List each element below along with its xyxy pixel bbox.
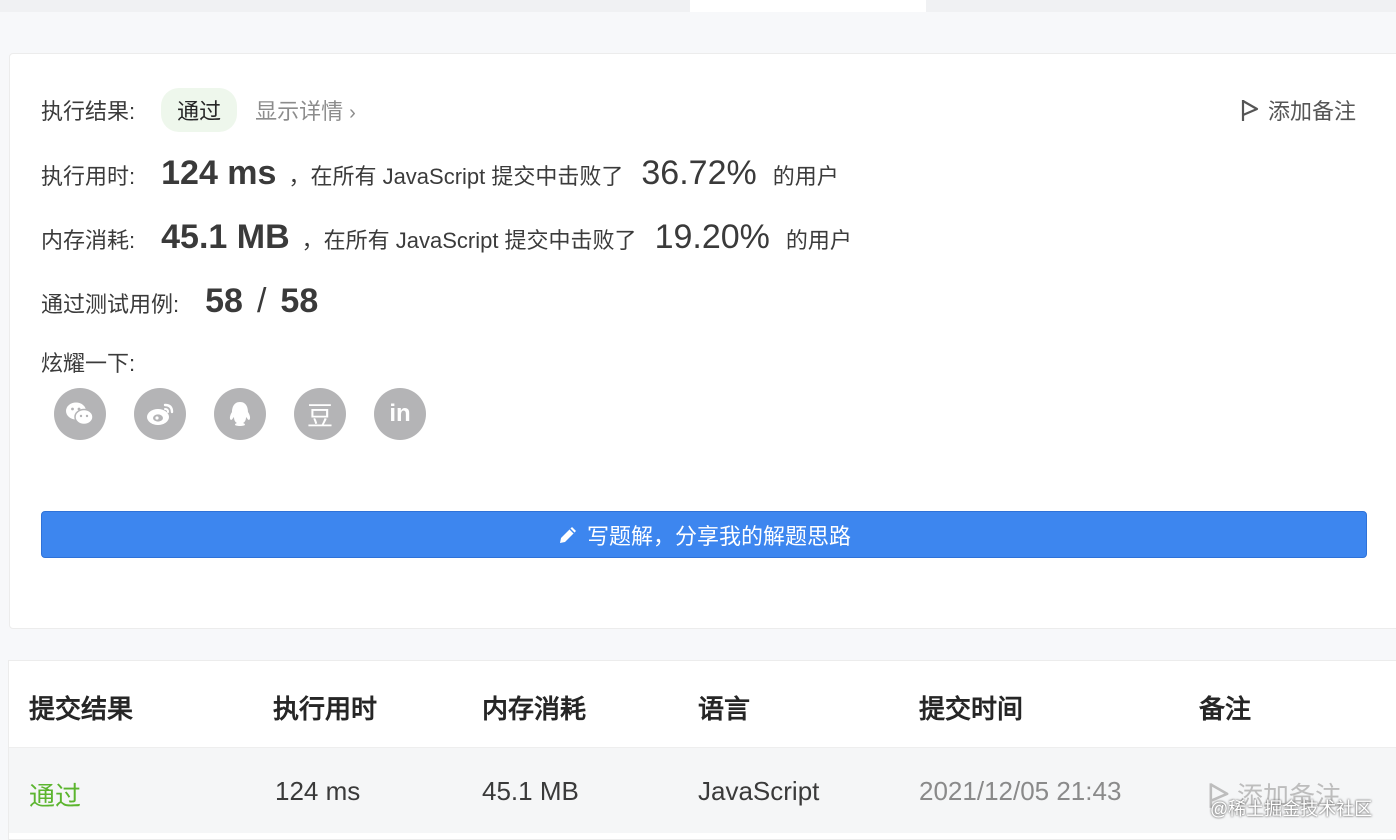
tests-row: 通过测试用例: 58 / 58: [41, 282, 318, 321]
memory-row: 内存消耗: 45.1 MB ，在所有 JavaScript 提交中击败了 19.…: [41, 218, 852, 257]
write-solution-label: 写题解，分享我的解题思路: [586, 523, 851, 549]
table-row[interactable]: 通过 124 ms 45.1 MB JavaScript 2021/12/05 …: [9, 747, 1396, 833]
row-memory: 45.1 MB: [482, 776, 579, 806]
tests-label: 通过测试用例:: [41, 292, 180, 317]
share-row: 炫耀一下:: [41, 346, 135, 378]
header-language: 语言: [698, 694, 751, 724]
result-label: 执行结果:: [41, 99, 136, 124]
header-result: 提交结果: [29, 694, 134, 724]
flag-icon: [1241, 100, 1259, 121]
linkedin-icon[interactable]: in: [374, 388, 426, 440]
runtime-users-text: 的用户: [772, 164, 839, 189]
pencil-icon: [559, 526, 576, 543]
runtime-beat-text: ，在所有 JavaScript 提交中击败了: [288, 164, 624, 189]
tests-separator: /: [256, 282, 267, 320]
runtime-percent: 36.72%: [641, 154, 757, 192]
row-submit-time: 2021/12/05 21:43: [919, 776, 1122, 806]
write-solution-button[interactable]: 写题解，分享我的解题思路: [41, 511, 1367, 558]
runtime-label: 执行用时:: [41, 164, 136, 189]
add-note-button[interactable]: 添加备注: [1240, 94, 1356, 126]
memory-beat-text: ，在所有 JavaScript 提交中击败了: [301, 228, 637, 253]
row-language: JavaScript: [698, 776, 820, 806]
wechat-icon[interactable]: [54, 388, 106, 440]
header-note: 备注: [1199, 694, 1252, 724]
qq-icon[interactable]: [214, 388, 266, 440]
show-details-link[interactable]: 显示详情 ›: [255, 94, 356, 126]
chevron-right-icon: ›: [349, 102, 356, 124]
submissions-table: 提交结果 执行用时 内存消耗 语言 提交时间 备注 通过 124 ms 45.1…: [8, 660, 1396, 840]
memory-percent: 19.20%: [654, 218, 770, 256]
linkedin-glyph: in: [389, 400, 411, 427]
row-result-link[interactable]: 通过: [29, 776, 81, 813]
memory-value: 45.1 MB: [161, 218, 290, 256]
header-submit-time: 提交时间: [919, 694, 1024, 724]
weibo-icon[interactable]: [134, 388, 186, 440]
header-runtime: 执行用时: [273, 694, 378, 724]
row-runtime: 124 ms: [275, 776, 361, 806]
add-note-label: 添加备注: [1267, 99, 1356, 124]
top-tab-strip: [0, 0, 1396, 12]
douban-icon[interactable]: 豆: [294, 388, 346, 440]
result-row: 执行结果: 通过 显示详情 ›: [41, 88, 356, 132]
table-header: 提交结果 执行用时 内存消耗 语言 提交时间 备注: [9, 661, 1396, 747]
watermark: @稀土掘金技术社区: [1210, 799, 1373, 819]
memory-label: 内存消耗:: [41, 228, 136, 253]
tests-total: 58: [280, 282, 319, 320]
share-label: 炫耀一下:: [41, 351, 136, 376]
runtime-row: 执行用时: 124 ms ，在所有 JavaScript 提交中击败了 36.7…: [41, 154, 839, 193]
active-tab[interactable]: [690, 0, 926, 12]
tests-passed: 58: [205, 282, 243, 320]
show-details-label: 显示详情: [255, 99, 344, 124]
memory-users-text: 的用户: [785, 228, 852, 253]
runtime-value: 124 ms: [161, 154, 277, 192]
status-badge: 通过: [161, 88, 238, 132]
share-icons: 豆 in: [54, 388, 426, 440]
douban-glyph: 豆: [306, 401, 333, 432]
submission-result-card: 执行结果: 通过 显示详情 › 添加备注 执行用时: 124 ms ，在所有 Ja…: [9, 53, 1396, 629]
header-memory: 内存消耗: [482, 694, 587, 724]
